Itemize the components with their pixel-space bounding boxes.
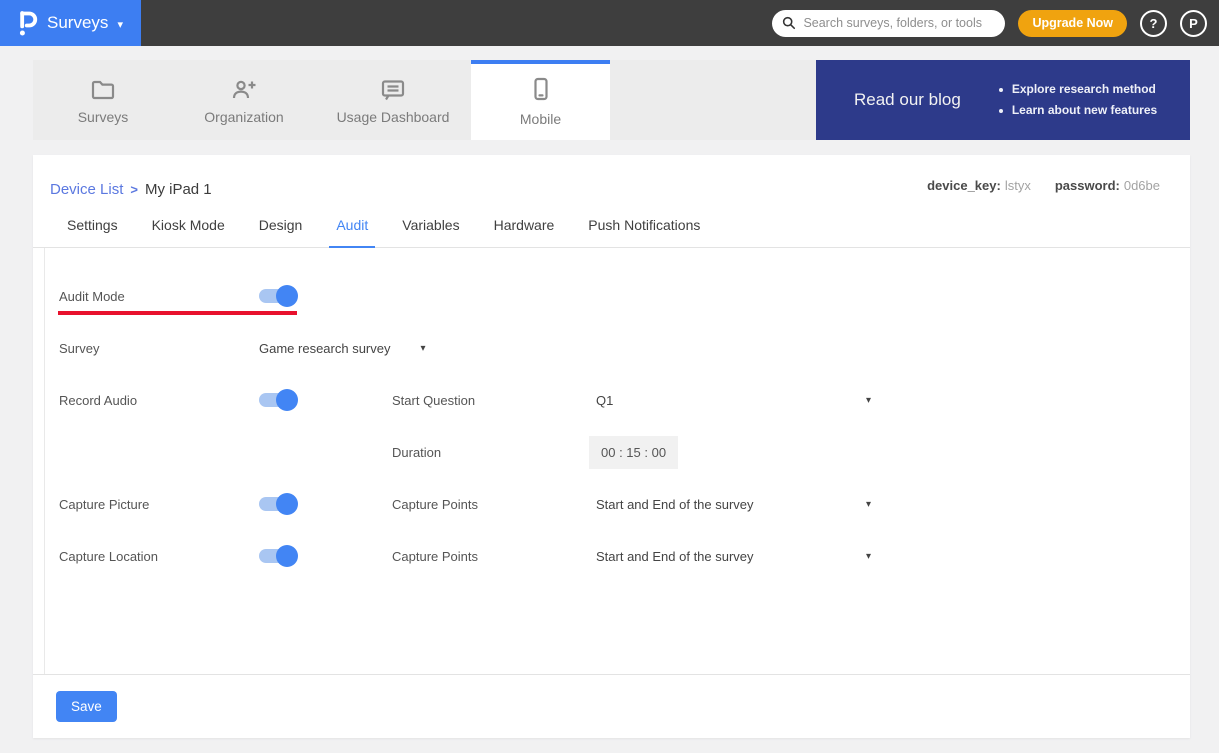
nav-label: Usage Dashboard: [337, 109, 450, 125]
nav-item-mobile[interactable]: Mobile: [471, 60, 610, 140]
survey-label: Survey: [59, 341, 259, 356]
audit-mode-underline-annotation: [58, 311, 297, 315]
nav-label: Surveys: [78, 109, 129, 125]
topbar: Surveys ▾ Upgrade Now ? P: [0, 0, 1219, 46]
password-label: password:: [1055, 178, 1120, 193]
folder-icon: [90, 79, 116, 101]
duration-row: Duration 00 : 15 : 00: [59, 426, 1190, 478]
promo-bullet: Explore research method: [999, 79, 1157, 100]
record-audio-label: Record Audio: [59, 393, 259, 408]
device-key: device_key: lstyx: [927, 178, 1031, 203]
device-credentials: device_key: lstyx password: 0d6be: [927, 176, 1160, 203]
survey-select[interactable]: Game research survey ▾: [259, 341, 596, 356]
global-search[interactable]: [772, 10, 1005, 37]
toggle-knob: [276, 285, 298, 307]
tab-hardware[interactable]: Hardware: [487, 217, 562, 248]
chevron-down-icon: ▾: [866, 499, 871, 510]
questionpro-logo-icon: [18, 9, 38, 37]
capture-picture-row: Capture Picture Capture Points Start and…: [59, 478, 1190, 530]
product-switcher[interactable]: Surveys ▾: [0, 0, 141, 46]
capture-picture-label: Capture Picture: [59, 497, 259, 512]
search-input[interactable]: [803, 16, 995, 30]
capture-points-value: Start and End of the survey: [596, 549, 754, 564]
breadcrumb: Device List > My iPad 1: [50, 176, 212, 203]
survey-row: Survey Game research survey ▾: [59, 322, 1190, 374]
blog-promo-banner[interactable]: Read our blog Explore research method Le…: [816, 60, 1190, 140]
start-question-label: Start Question: [392, 393, 596, 408]
promo-bullet-list: Explore research method Learn about new …: [999, 79, 1157, 121]
capture-points-label: Capture Points: [392, 549, 596, 564]
topbar-actions: Upgrade Now ? P: [772, 0, 1219, 46]
account-avatar[interactable]: P: [1180, 10, 1207, 37]
nav-label: Organization: [204, 109, 283, 125]
toggle-knob: [276, 389, 298, 411]
nav-item-usage-dashboard[interactable]: Usage Dashboard: [315, 60, 471, 140]
start-question-select[interactable]: Q1 ▾: [596, 393, 877, 408]
tab-variables[interactable]: Variables: [395, 217, 466, 248]
device-tabs: Settings Kiosk Mode Design Audit Variabl…: [33, 203, 1190, 248]
duration-label: Duration: [392, 445, 596, 460]
nav-item-surveys[interactable]: Surveys: [33, 60, 173, 140]
record-audio-row: Record Audio Start Question Q1 ▾: [59, 374, 1190, 426]
search-icon: [782, 16, 796, 30]
module-nav: Surveys Organization Usage Dashboard Mob…: [33, 60, 1190, 140]
audit-mode-toggle[interactable]: [259, 289, 297, 303]
device-password: password: 0d6be: [1055, 178, 1160, 203]
dashboard-icon: [380, 79, 406, 101]
upgrade-now-button[interactable]: Upgrade Now: [1018, 10, 1127, 37]
card-header: Device List > My iPad 1 device_key: lstyx…: [33, 155, 1190, 203]
audit-tab-panel: Audit Mode Survey Game research survey ▾…: [44, 248, 1190, 674]
toggle-knob: [276, 493, 298, 515]
audit-mode-label: Audit Mode: [59, 289, 259, 304]
save-button[interactable]: Save: [56, 691, 117, 722]
tab-settings[interactable]: Settings: [60, 217, 125, 248]
mobile-icon: [531, 77, 551, 103]
breadcrumb-separator-icon: >: [130, 182, 138, 197]
capture-picture-points-select[interactable]: Start and End of the survey ▾: [596, 497, 877, 512]
chevron-down-icon: ▾: [117, 18, 123, 31]
promo-title: Read our blog: [854, 90, 961, 110]
chevron-down-icon: ▾: [866, 551, 871, 562]
capture-picture-toggle[interactable]: [259, 497, 297, 511]
tab-kiosk-mode[interactable]: Kiosk Mode: [145, 217, 232, 248]
device-settings-card: Device List > My iPad 1 device_key: lstyx…: [33, 155, 1190, 738]
duration-input[interactable]: 00 : 15 : 00: [589, 436, 678, 469]
person-add-icon: [230, 79, 258, 101]
promo-bullet: Learn about new features: [999, 100, 1157, 121]
capture-points-value: Start and End of the survey: [596, 497, 754, 512]
device-key-label: device_key:: [927, 178, 1001, 193]
tab-push-notifications[interactable]: Push Notifications: [581, 217, 707, 248]
toggle-knob: [276, 545, 298, 567]
tab-audit[interactable]: Audit: [329, 217, 375, 248]
survey-select-value: Game research survey: [259, 341, 391, 356]
tab-design[interactable]: Design: [252, 217, 310, 248]
breadcrumb-current: My iPad 1: [145, 181, 212, 198]
breadcrumb-device-list-link[interactable]: Device List: [50, 181, 123, 198]
password-value: 0d6be: [1124, 178, 1160, 193]
record-audio-toggle[interactable]: [259, 393, 297, 407]
nav-item-organization[interactable]: Organization: [173, 60, 315, 140]
audit-mode-row: Audit Mode: [59, 270, 1190, 322]
nav-label: Mobile: [520, 111, 561, 127]
save-row: Save: [33, 674, 1190, 722]
help-button[interactable]: ?: [1140, 10, 1167, 37]
capture-location-label: Capture Location: [59, 549, 259, 564]
chevron-down-icon: ▾: [866, 395, 871, 406]
chevron-down-icon: ▾: [421, 343, 426, 354]
device-key-value: lstyx: [1005, 178, 1031, 193]
capture-points-label: Capture Points: [392, 497, 596, 512]
capture-location-points-select[interactable]: Start and End of the survey ▾: [596, 549, 877, 564]
product-name: Surveys: [47, 13, 108, 33]
capture-location-row: Capture Location Capture Points Start an…: [59, 530, 1190, 582]
start-question-value: Q1: [596, 393, 613, 408]
capture-location-toggle[interactable]: [259, 549, 297, 563]
